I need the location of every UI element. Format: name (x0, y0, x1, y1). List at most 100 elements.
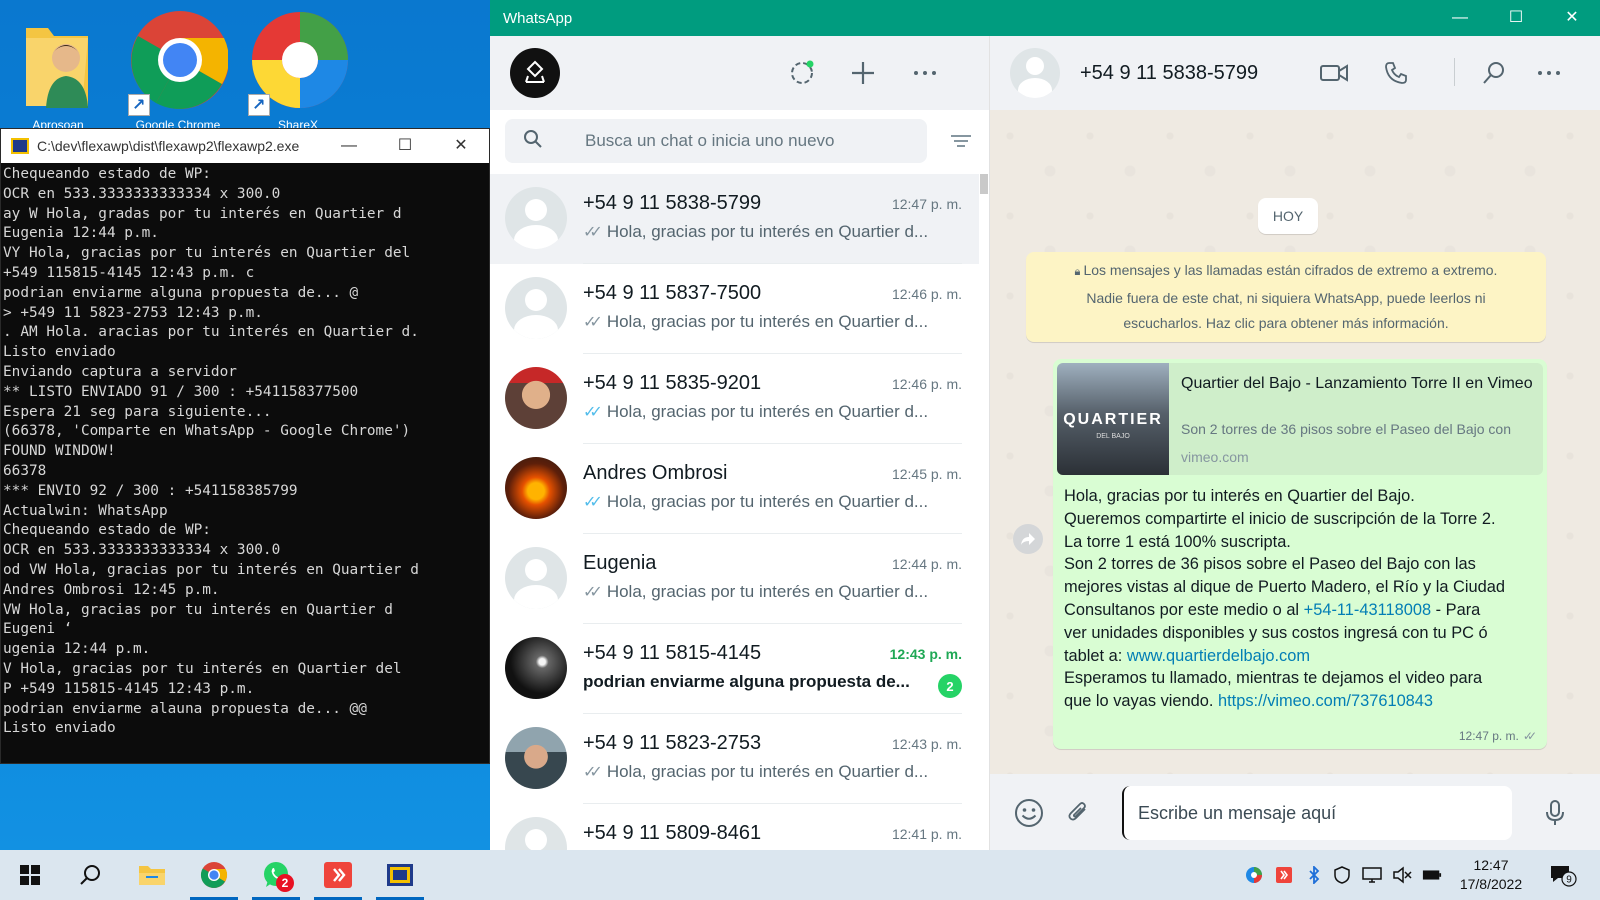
chat-list-item[interactable]: +54 9 11 5838-5799 12:47 p. m. ✓✓ Hola, gra… (490, 174, 980, 264)
console-title: C:\dev\flexawp\dist\flexawp2\flexawp2.ex… (37, 138, 300, 154)
console-line: +549 115815-4145 12:43 p.m. c (3, 264, 255, 281)
chat-name: +54 9 11 5837-7500 (583, 282, 762, 304)
console-line: podrian enviarme alguna propuesta de... … (3, 284, 359, 301)
chat-preview-text: podrian enviarme alguna propuesta de... (583, 672, 910, 691)
message-meta: 12:47 p. m. ✓✓ (1459, 729, 1537, 743)
notification-count: 9 (1566, 875, 1572, 886)
console-line: od VW Hola, gracias por tu interés en Qu… (3, 561, 419, 578)
message-ticks-icon: ✓✓ (583, 494, 603, 511)
chat-info: +54 9 11 5837-7500 12:46 p. m. ✓✓ Hola, gra… (583, 264, 962, 354)
desktop-icon-chrome[interactable]: Google Chrome (128, 8, 229, 132)
tray-anydesk-icon[interactable] (1274, 865, 1294, 885)
tray-network-icon[interactable] (1362, 865, 1382, 885)
tray-security-icon[interactable] (1332, 865, 1352, 885)
tray-bluetooth-icon[interactable] (1304, 865, 1324, 885)
video-thumbnail[interactable]: QUARTIER DEL BAJO (1057, 363, 1169, 475)
chat-list-item[interactable]: +54 9 11 5837-7500 12:46 p. m. ✓✓ Hola, gra… (490, 264, 980, 354)
chat-list-item[interactable]: +54 9 11 5809-8461 12:41 p. m. (490, 804, 980, 850)
console-line: Chequeando estado de WP: (3, 166, 211, 182)
message-link[interactable]: www.quartierdelbajo.com (1127, 647, 1310, 665)
chat-list-item[interactable]: Andres Ombrosi 12:45 p. m. ✓✓ Hola, gracias… (490, 444, 980, 534)
message-composer: Escribe un mensaje aquí (990, 774, 1600, 850)
thumbnail-title: QUARTIER (1063, 411, 1163, 428)
encryption-notice[interactable]: 🔒︎ Los mensajes y las llamadas están cif… (1026, 252, 1546, 342)
taskbar-search-button[interactable] (64, 850, 116, 900)
contact-name[interactable]: +54 9 11 5838-5799 (1080, 62, 1258, 85)
new-chat-button[interactable] (848, 58, 878, 88)
desktop-icon-sharex[interactable]: ShareX (248, 8, 348, 132)
microphone-icon (1546, 800, 1564, 825)
chat-avatar (505, 637, 567, 699)
message-input[interactable]: Escribe un mensaje aquí (1122, 786, 1512, 840)
tray-edge-icon[interactable] (1244, 865, 1264, 885)
emoji-button[interactable] (1012, 796, 1046, 830)
taskbar-chrome[interactable] (188, 850, 240, 900)
voice-call-button[interactable] (1384, 58, 1408, 88)
profile-avatar[interactable] (510, 48, 560, 98)
contact-avatar[interactable] (1010, 48, 1060, 98)
chat-list-item[interactable]: +54 9 11 5835-9201 12:46 p. m. ✓✓ Hola, gra… (490, 354, 980, 444)
video-call-button[interactable] (1320, 58, 1348, 88)
menu-button[interactable] (910, 58, 940, 88)
console-window[interactable]: C:\dev\flexawp\dist\flexawp2\flexawp2.ex… (0, 128, 490, 764)
chat-list-item[interactable]: Eugenia 12:44 p. m. ✓✓ Hola, gracias por tu… (490, 534, 980, 624)
console-line: 66378 (3, 462, 47, 479)
chat-list-header (490, 36, 989, 110)
chat-list-scrollbar[interactable] (979, 174, 989, 850)
search-messages-button[interactable] (1482, 58, 1506, 88)
status-icon[interactable] (787, 58, 817, 88)
whatsapp-titlebar[interactable]: WhatsApp — ☐ ✕ (490, 0, 1600, 36)
console-maximize-button[interactable]: ☐ (377, 129, 433, 163)
chat-preview-text: Hola, gracias por tu interés en Quartier… (606, 312, 929, 331)
taskbar-whatsapp[interactable]: 2 (250, 850, 302, 900)
chat-preview-text: Hola, gracias por tu interés en Quartier… (606, 582, 929, 601)
taskbar-anydesk[interactable] (312, 850, 364, 900)
conversation-menu-button[interactable] (1536, 58, 1562, 88)
message-link[interactable]: https://vimeo.com/737610843 (1218, 692, 1433, 710)
chat-name: Eugenia (583, 552, 657, 574)
outgoing-message[interactable]: QUARTIER DEL BAJO Quartier del Bajo - La… (1053, 359, 1547, 749)
message-line: ver unidades disponibles y sus costos in… (1064, 623, 1488, 642)
taskbar-python-app[interactable] (374, 850, 426, 900)
chat-list: +54 9 11 5838-5799 12:47 p. m. ✓✓ Hola, gra… (490, 174, 980, 850)
whatsapp-maximize-button[interactable]: ☐ (1488, 0, 1544, 36)
message-line: que lo vayas viendo. https://vimeo.com/7… (1064, 692, 1434, 711)
attach-button[interactable] (1062, 796, 1096, 830)
whatsapp-window-title: WhatsApp (503, 9, 573, 27)
forward-arrow-icon (1021, 533, 1035, 545)
console-line: VY Hola, gracias por tu interés en Quart… (3, 245, 411, 262)
start-button[interactable] (4, 850, 56, 900)
console-line: (66378, 'Comparte en WhatsApp - Google C… (3, 423, 411, 440)
notifications-button[interactable]: 9 (1548, 865, 1578, 887)
taskbar: 2 12:47 17/8/2022 9 (0, 850, 1600, 900)
desktop-icon-user-folder[interactable]: Aprosoan (8, 8, 108, 132)
message-text: Hola, gracias por tu interés en Quartier… (1064, 485, 1542, 713)
day-separator: HOY (1258, 198, 1318, 234)
message-link[interactable]: +54-11-43118008 (1304, 601, 1431, 619)
message-line: La torre 1 está 100% suscripta. (1064, 532, 1291, 551)
taskbar-clock[interactable]: 12:47 17/8/2022 (1448, 856, 1534, 894)
chat-preview-text: Hola, gracias por tu interés en Quartier… (606, 762, 929, 781)
whatsapp-minimize-button[interactable]: — (1432, 0, 1488, 36)
message-ticks-icon: ✓✓ (583, 404, 603, 421)
voice-message-button[interactable] (1538, 796, 1572, 830)
forward-message-button[interactable] (1013, 524, 1043, 554)
filter-icon[interactable] (951, 132, 971, 152)
console-titlebar[interactable]: C:\dev\flexawp\dist\flexawp2\flexawp2.ex… (1, 129, 489, 163)
taskbar-file-explorer[interactable] (126, 850, 178, 900)
encryption-line: Nadie fuera de este chat, ni siquiera Wh… (1086, 289, 1486, 306)
whatsapp-close-button[interactable]: ✕ (1544, 0, 1600, 36)
message-line: Queremos compartirte el inicio de suscri… (1064, 509, 1496, 528)
tray-battery-icon[interactable] (1422, 865, 1442, 885)
chat-list-item[interactable]: +54 9 11 5823-2753 12:43 p. m. ✓✓ Hola, gra… (490, 714, 980, 804)
console-minimize-button[interactable]: — (321, 129, 377, 163)
console-close-button[interactable]: ✕ (433, 129, 489, 163)
video-camera-icon (1320, 64, 1348, 82)
chat-list-pane: Busca un chat o inicia uno nuevo +54 9 1… (490, 36, 990, 850)
tray-volume-muted-icon[interactable] (1392, 865, 1412, 885)
chat-avatar (505, 727, 567, 789)
chat-list-item[interactable]: +54 9 11 5815-4145 12:43 p. m. podrian env… (490, 624, 980, 714)
message-line: Esperamos tu llamado, mientras te dejamo… (1064, 669, 1483, 688)
search-input[interactable]: Busca un chat o inicia uno nuevo (505, 119, 927, 163)
link-preview-card[interactable]: QUARTIER DEL BAJO Quartier del Bajo - La… (1057, 363, 1543, 475)
